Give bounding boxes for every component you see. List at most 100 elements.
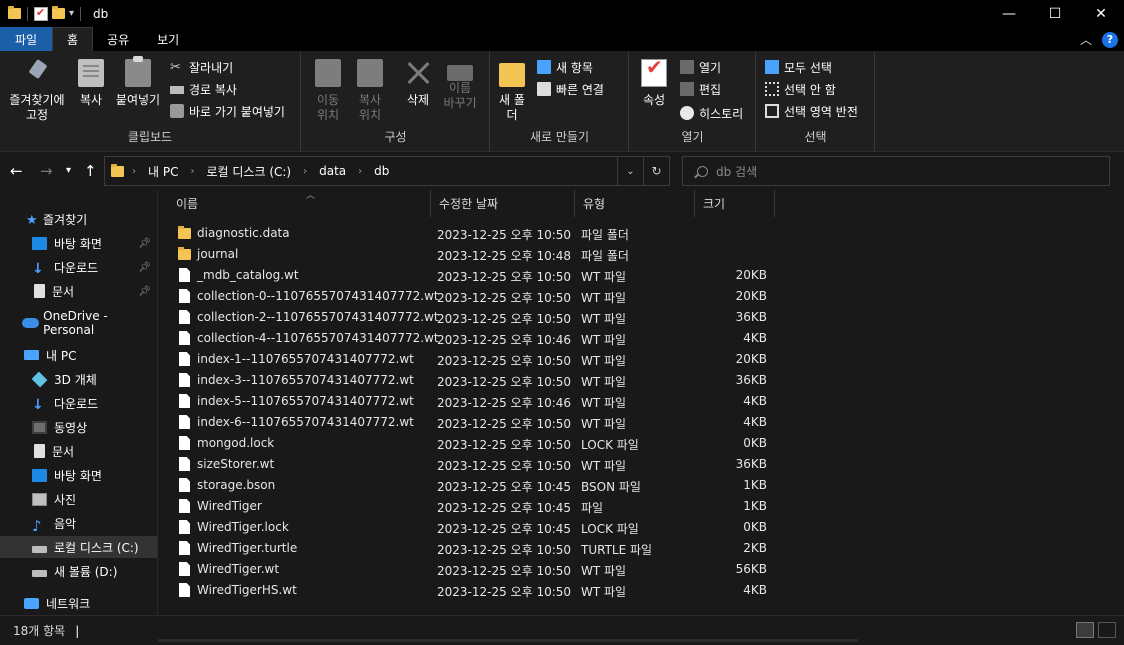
- pin-icon: [24, 59, 50, 87]
- column-header-type[interactable]: 유형: [575, 190, 695, 217]
- cut-button[interactable]: ✂ 잘라내기: [170, 57, 233, 77]
- nav-item-documents-pinned[interactable]: 문서 📌︎: [0, 280, 157, 302]
- close-button[interactable]: ✕: [1078, 0, 1124, 27]
- edit-label: 편집: [699, 82, 722, 97]
- delete-button[interactable]: 삭제: [400, 59, 436, 108]
- new-folder-button[interactable]: 새 폴더: [499, 59, 525, 123]
- nav-item-local-disk-c[interactable]: 로컬 디스크 (C:): [0, 536, 157, 558]
- column-header-name[interactable]: ︿ 이름: [168, 190, 431, 217]
- select-all-button[interactable]: 모두 선택: [765, 57, 832, 77]
- easy-access-button[interactable]: 빠른 연결: [537, 79, 604, 99]
- table-row[interactable]: diagnostic.data 2023-12-25 오후 10:50 파일 폴…: [158, 223, 1124, 244]
- table-row[interactable]: storage.bson 2023-12-25 오후 10:45 BSON 파일…: [158, 475, 1124, 496]
- file-icon: [179, 415, 190, 429]
- table-row[interactable]: sizeStorer.wt 2023-12-25 오후 10:50 WT 파일 …: [158, 454, 1124, 475]
- tab-file[interactable]: 파일: [0, 27, 52, 51]
- nav-label: 음악: [54, 516, 77, 531]
- chevron-right-icon[interactable]: ›: [358, 166, 362, 177]
- new-item-button[interactable]: 새 항목: [537, 57, 593, 77]
- clipboard-group: 즐겨찾기에 고정 복사 붙여넣기 ✂ 잘라내기 경로 복사 바로 가기 붙여넣기…: [0, 51, 301, 151]
- nav-item-new-volume-d[interactable]: 새 볼륨 (D:): [0, 560, 157, 582]
- refresh-icon[interactable]: ↻: [643, 157, 669, 185]
- table-row[interactable]: mongod.lock 2023-12-25 오후 10:50 LOCK 파일 …: [158, 433, 1124, 454]
- pin-icon: 📌︎: [138, 285, 151, 297]
- back-arrow-icon[interactable]: ←: [10, 162, 23, 180]
- nav-item-this-pc[interactable]: 내 PC: [0, 344, 157, 366]
- tab-home[interactable]: 홈: [52, 27, 94, 51]
- nav-item-downloads[interactable]: ↓ 다운로드: [0, 392, 157, 414]
- address-history-chevron-icon[interactable]: ⌄: [617, 157, 643, 185]
- help-icon[interactable]: ?: [1102, 31, 1118, 48]
- chevron-right-icon[interactable]: ›: [303, 166, 307, 177]
- nav-item-pictures[interactable]: 사진: [0, 488, 157, 510]
- column-header-size[interactable]: 크기: [695, 190, 775, 217]
- large-icons-view-button[interactable]: [1098, 622, 1116, 638]
- table-row[interactable]: _mdb_catalog.wt 2023-12-25 오후 10:50 WT 파…: [158, 265, 1124, 286]
- search-input[interactable]: db 검색: [682, 156, 1110, 186]
- nav-item-downloads-pinned[interactable]: ↓ 다운로드 📌︎: [0, 256, 157, 278]
- properties-icon[interactable]: [34, 6, 48, 21]
- table-row[interactable]: index-6--1107655707431407772.wt 2023-12-…: [158, 412, 1124, 433]
- breadcrumb-data[interactable]: data: [319, 164, 346, 178]
- table-row[interactable]: collection-4--1107655707431407772.wt 202…: [158, 328, 1124, 349]
- rename-button[interactable]: 이름 바꾸기: [442, 59, 478, 111]
- pin-to-quick-access-button[interactable]: 즐겨찾기에 고정: [6, 59, 68, 123]
- nav-item-music[interactable]: ♪ 음악: [0, 512, 157, 535]
- organize-group: 이동 위치 복사 위치 삭제 이름 바꾸기 구성: [302, 51, 490, 151]
- recent-locations-chevron-icon[interactable]: ▾: [66, 165, 71, 176]
- nav-item-videos[interactable]: 동영상: [0, 416, 157, 438]
- address-bar[interactable]: › 내 PC › 로컬 디스크 (C:) › data › db ⌄ ↻: [104, 156, 670, 186]
- collapse-ribbon-chevron-icon[interactable]: ︿: [1080, 31, 1092, 48]
- copy-path-button[interactable]: 경로 복사: [170, 79, 237, 99]
- chevron-right-icon[interactable]: ›: [190, 166, 194, 177]
- nav-item-documents[interactable]: 문서: [0, 440, 157, 462]
- forward-arrow-icon[interactable]: →: [40, 162, 53, 180]
- open-button[interactable]: 열기: [680, 57, 721, 77]
- nav-item-3d-objects[interactable]: 3D 개체: [0, 368, 157, 390]
- invert-selection-button[interactable]: 선택 영역 반전: [765, 101, 858, 121]
- chevron-right-icon[interactable]: ›: [132, 166, 136, 177]
- breadcrumb-local-disk[interactable]: 로컬 디스크 (C:): [206, 163, 291, 180]
- nav-item-onedrive[interactable]: OneDrive - Personal: [0, 309, 157, 337]
- table-row[interactable]: index-5--1107655707431407772.wt 2023-12-…: [158, 391, 1124, 412]
- file-size: 20KB: [735, 268, 767, 282]
- select-none-button[interactable]: 선택 안 함: [765, 79, 836, 99]
- breadcrumb-db[interactable]: db: [374, 164, 389, 178]
- paste-shortcut-button[interactable]: 바로 가기 붙여넣기: [170, 101, 285, 121]
- properties-button[interactable]: 속성: [638, 59, 670, 108]
- nav-item-quick-access[interactable]: ★ 즐겨찾기: [0, 208, 157, 230]
- nav-item-network[interactable]: 네트워크: [0, 592, 157, 614]
- table-row[interactable]: index-1--1107655707431407772.wt 2023-12-…: [158, 349, 1124, 370]
- tab-view[interactable]: 보기: [143, 27, 193, 51]
- table-row[interactable]: WiredTiger 2023-12-25 오후 10:45 파일 1KB: [158, 496, 1124, 517]
- table-row[interactable]: WiredTiger.wt 2023-12-25 오후 10:50 WT 파일 …: [158, 559, 1124, 580]
- customize-toolbar-chevron-icon[interactable]: ▾: [69, 8, 74, 19]
- edit-button[interactable]: 편집: [680, 79, 721, 99]
- table-row[interactable]: journal 2023-12-25 오후 10:48 파일 폴더: [158, 244, 1124, 265]
- move-to-button[interactable]: 이동 위치: [310, 59, 346, 123]
- details-view-button[interactable]: [1076, 622, 1094, 638]
- history-button[interactable]: 히스토리: [680, 103, 743, 123]
- nav-item-desktop-pinned[interactable]: 바탕 화면 📌︎: [0, 232, 157, 254]
- column-header-modified[interactable]: 수정한 날짜: [431, 190, 575, 217]
- table-row[interactable]: WiredTigerHS.wt 2023-12-25 오후 10:50 WT 파…: [158, 580, 1124, 601]
- new-folder-icon[interactable]: [52, 6, 65, 19]
- file-name: diagnostic.data: [197, 226, 290, 240]
- table-row[interactable]: WiredTiger.turtle 2023-12-25 오후 10:50 TU…: [158, 538, 1124, 559]
- horizontal-scrollbar[interactable]: [158, 639, 858, 642]
- maximize-button[interactable]: ☐: [1032, 0, 1078, 27]
- table-row[interactable]: collection-0--1107655707431407772.wt 202…: [158, 286, 1124, 307]
- paste-button[interactable]: 붙여넣기: [112, 56, 164, 108]
- table-row[interactable]: collection-2--1107655707431407772.wt 202…: [158, 307, 1124, 328]
- file-size: 1KB: [743, 499, 767, 513]
- nav-item-desktop[interactable]: 바탕 화면: [0, 464, 157, 486]
- file-name: index-1--1107655707431407772.wt: [197, 352, 414, 366]
- copy-button[interactable]: 복사: [74, 59, 108, 108]
- table-row[interactable]: WiredTiger.lock 2023-12-25 오후 10:45 LOCK…: [158, 517, 1124, 538]
- breadcrumb-this-pc[interactable]: 내 PC: [148, 163, 178, 180]
- up-arrow-icon[interactable]: ↑: [84, 162, 97, 180]
- minimize-button[interactable]: —: [986, 0, 1032, 27]
- tab-share[interactable]: 공유: [93, 27, 143, 51]
- copy-to-button[interactable]: 복사 위치: [352, 59, 388, 123]
- table-row[interactable]: index-3--1107655707431407772.wt 2023-12-…: [158, 370, 1124, 391]
